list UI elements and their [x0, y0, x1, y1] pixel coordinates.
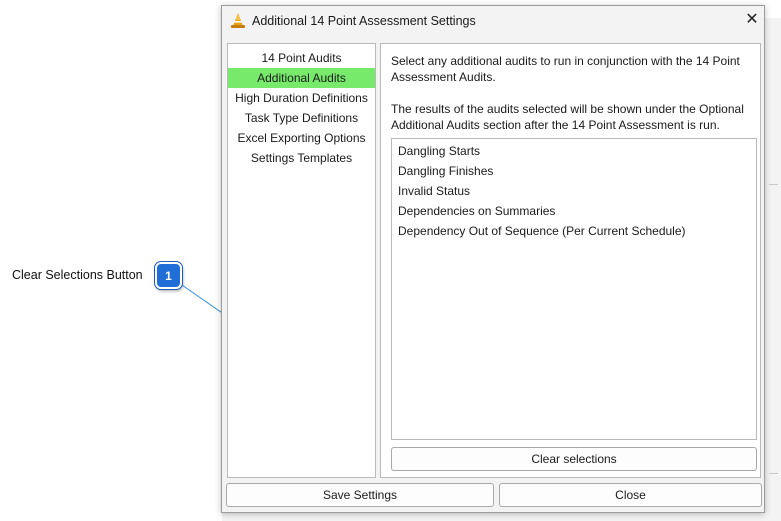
- list-item[interactable]: Dangling Finishes: [398, 163, 493, 179]
- nav-item-task-type-definitions[interactable]: Task Type Definitions: [228, 108, 375, 128]
- list-item[interactable]: Dangling Starts: [398, 143, 480, 159]
- close-button[interactable]: Close: [499, 483, 762, 507]
- settings-dialog: Additional 14 Point Assessment Settings …: [221, 5, 765, 513]
- nav-item-excel-exporting-options[interactable]: Excel Exporting Options: [228, 128, 375, 148]
- nav-item-high-duration-definitions[interactable]: High Duration Definitions: [228, 88, 375, 108]
- background-window-bottom: [222, 512, 767, 521]
- callout-label: Clear Selections Button: [12, 268, 143, 282]
- list-item[interactable]: Invalid Status: [398, 183, 470, 199]
- list-item[interactable]: Dependency Out of Sequence (Per Current …: [398, 223, 686, 239]
- nav-item-14-point-audits[interactable]: 14 Point Audits: [228, 48, 375, 68]
- settings-nav: 14 Point Audits Additional Audits High D…: [227, 43, 376, 478]
- cone-logo-icon: [231, 13, 245, 28]
- nav-item-additional-audits[interactable]: Additional Audits: [228, 68, 375, 88]
- title-bar: Additional 14 Point Assessment Settings …: [222, 6, 764, 36]
- instructions-text: Select any additional audits to run in c…: [391, 54, 740, 84]
- results-info-text: The results of the audits selected will …: [391, 102, 744, 132]
- callout-badge: 1: [155, 262, 182, 289]
- nav-item-settings-templates[interactable]: Settings Templates: [228, 148, 375, 168]
- list-item[interactable]: Dependencies on Summaries: [398, 203, 555, 219]
- additional-audits-panel: Select any additional audits to run in c…: [380, 43, 761, 478]
- clear-selections-button[interactable]: Clear selections: [391, 447, 757, 471]
- audit-list: Dangling Starts Dangling Finishes Invali…: [391, 138, 757, 440]
- background-window-edge: [764, 18, 781, 521]
- save-settings-button[interactable]: Save Settings: [226, 483, 494, 507]
- background-divider: [769, 184, 778, 185]
- background-divider: [769, 473, 778, 474]
- close-icon[interactable]: ✕: [744, 12, 760, 28]
- dialog-title: Additional 14 Point Assessment Settings: [252, 14, 476, 28]
